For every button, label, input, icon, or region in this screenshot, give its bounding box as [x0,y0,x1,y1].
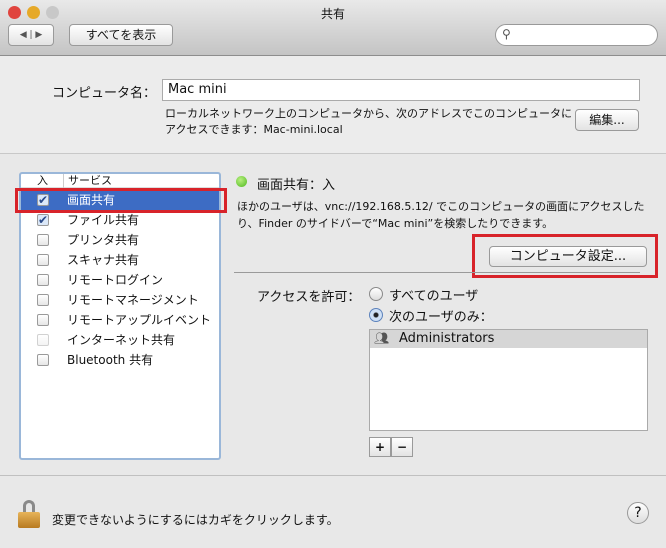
service-checkbox[interactable] [37,254,49,266]
service-checkbox[interactable]: ✔ [37,214,49,226]
lock-icon[interactable] [18,500,40,528]
help-button[interactable]: ? [627,502,649,524]
service-row[interactable]: ✔ ファイル共有 [21,210,219,230]
status-indicator-icon [236,176,247,187]
address-desc-1: ローカルネットワーク上のコンピュータから、次のアドレスでこのコンピュータに [165,107,572,120]
services-list[interactable]: 入 サービス ✔ 画面共有 ✔ ファイル共有 プリンタ共有 スキャナ共有 リモートログインリ… [19,172,221,460]
service-row[interactable]: リモートマネージメント [21,290,219,310]
list-header: 入 サービス [21,174,219,188]
access-label: アクセスを許可： [257,290,361,305]
service-label: スキャナ共有 [67,253,140,267]
detail-desc-1: ほかのユーザは、vnc://192.168.5.12/ でこのコンピュータの画面… [237,200,645,213]
forward-icon[interactable]: ▶ [35,30,42,40]
window-title: 共有 [320,7,345,21]
service-label: リモートアップルイベント [67,313,212,327]
service-checkbox[interactable] [37,274,49,286]
footer-divider [0,475,666,476]
column-on[interactable]: 入 [37,174,48,188]
service-row[interactable]: プリンタ共有 [21,230,219,250]
radio-only-users[interactable] [369,308,383,322]
service-label: プリンタ共有 [67,233,140,247]
service-checkbox[interactable] [37,354,49,366]
list-item[interactable]: 👥︎ Administrators [370,330,647,348]
lock-text: 変更できないようにするにはカギをクリックします。 [52,513,339,527]
service-checkbox[interactable] [37,294,49,306]
back-forward-buttons[interactable]: ◀ | ▶ [8,24,54,46]
remove-user-button[interactable]: − [391,437,413,457]
service-checkbox[interactable] [37,314,49,326]
service-row[interactable]: リモートログイン [21,270,219,290]
service-label: リモートログイン [67,273,164,287]
user-name: Administrators [399,331,495,346]
divider [471,272,640,273]
detail-desc-2: り、Finder のサイドバーで“Mac mini”を検索したりできます。 [237,217,554,230]
service-row[interactable]: Bluetooth 共有 [21,350,219,370]
radio-all-users[interactable] [369,287,383,301]
service-label: Bluetooth 共有 [67,353,154,367]
service-label: リモートマネージメント [67,293,199,307]
divider [234,272,471,273]
search-input[interactable]: ⚲ [495,24,658,46]
service-label: ファイル共有 [67,213,140,227]
address-desc-2: アクセスできます：Mac-mini.local [165,123,343,136]
computer-name-label: コンピュータ名： [52,86,157,101]
column-service[interactable]: サービス [63,174,112,188]
radio-all-users-label[interactable]: すべてのユーザ [389,285,478,304]
service-label: インターネット共有 [67,333,176,347]
title-bar: 共有 ◀ | ▶ すべてを表示 ⚲ [0,0,666,56]
service-row[interactable]: リモートアップルイベント [21,310,219,330]
edit-button[interactable]: 編集... [575,109,639,131]
group-icon: 👥︎ [374,331,390,345]
radio-only-users-label[interactable]: 次のユーザのみ： [389,306,493,325]
search-icon: ⚲ [502,27,511,41]
computer-name-input[interactable]: Mac mini [162,79,640,101]
show-all-button[interactable]: すべてを表示 [69,24,173,46]
status-text: 画面共有：入 [257,178,336,193]
users-list[interactable]: 👥︎ Administrators [369,329,648,431]
add-user-button[interactable]: + [369,437,391,457]
service-checkbox[interactable] [37,234,49,246]
back-icon[interactable]: ◀ [20,30,27,40]
service-row[interactable]: スキャナ共有 [21,250,219,270]
service-checkbox[interactable] [37,334,49,346]
service-row[interactable]: インターネット共有 [21,330,219,350]
computer-name-section: コンピュータ名： Mac mini ローカルネットワーク上のコンピュータから、次… [0,56,666,154]
highlight-box [15,188,227,213]
